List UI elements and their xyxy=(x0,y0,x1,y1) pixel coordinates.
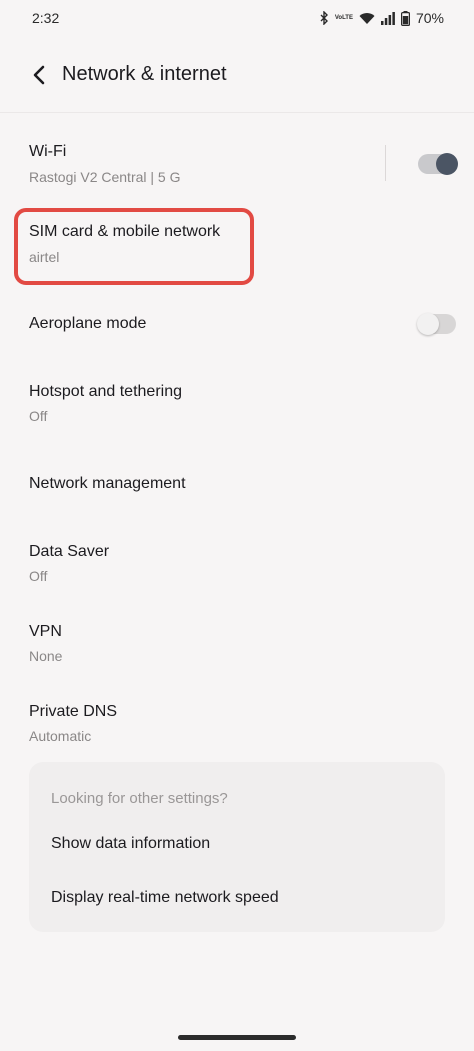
battery-icon xyxy=(400,10,410,26)
other-settings-card: Looking for other settings? Show data in… xyxy=(29,762,445,932)
data-saver-item[interactable]: Data Saver Off xyxy=(0,530,474,596)
back-arrow-icon xyxy=(31,65,47,90)
wifi-subtitle: Rastogi V2 Central | 5 G xyxy=(29,169,181,185)
vpn-title: VPN xyxy=(29,623,62,640)
header-divider xyxy=(0,112,474,113)
data-saver-title: Data Saver xyxy=(29,543,110,560)
wifi-item[interactable]: Wi-Fi Rastogi V2 Central | 5 G xyxy=(0,130,474,196)
battery-percent: 70% xyxy=(415,10,444,26)
hotspot-title: Hotspot and tethering xyxy=(29,383,182,400)
wifi-toggle-knob xyxy=(436,153,458,175)
wifi-icon xyxy=(359,12,375,25)
show-data-information-link[interactable]: Show data information xyxy=(51,835,210,853)
wifi-divider xyxy=(385,145,386,181)
signal-icon xyxy=(380,11,395,25)
volte-icon: VoLTE xyxy=(334,14,353,21)
wifi-toggle[interactable] xyxy=(418,153,458,175)
other-settings-hint: Looking for other settings? xyxy=(51,790,228,807)
highlight-box xyxy=(14,208,254,285)
hotspot-tethering-item[interactable]: Hotspot and tethering Off xyxy=(0,370,474,436)
back-button[interactable] xyxy=(24,62,54,92)
page-title: Network & internet xyxy=(62,63,227,85)
gesture-nav-handle[interactable] xyxy=(178,1035,296,1040)
aeroplane-mode-toggle[interactable] xyxy=(417,313,456,335)
status-time: 2:32 xyxy=(32,10,60,26)
status-bar: 2:32 VoLTE 70% xyxy=(0,0,474,36)
aeroplane-mode-title: Aeroplane mode xyxy=(29,315,147,332)
private-dns-title: Private DNS xyxy=(29,703,118,720)
app-header: Network & internet xyxy=(0,48,474,104)
aeroplane-toggle-knob xyxy=(417,313,439,335)
network-management-item[interactable]: Network management xyxy=(0,460,474,508)
private-dns-item[interactable]: Private DNS Automatic xyxy=(0,690,474,756)
network-management-title: Network management xyxy=(29,475,186,492)
aeroplane-mode-item[interactable]: Aeroplane mode xyxy=(0,300,474,348)
vpn-item[interactable]: VPN None xyxy=(0,610,474,676)
hotspot-subtitle: Off xyxy=(29,408,48,424)
data-saver-subtitle: Off xyxy=(29,568,48,584)
wifi-title: Wi-Fi xyxy=(29,143,67,160)
display-network-speed-link[interactable]: Display real-time network speed xyxy=(51,889,279,907)
status-icons: VoLTE 70% xyxy=(319,10,444,26)
private-dns-subtitle: Automatic xyxy=(29,728,92,744)
bluetooth-icon xyxy=(319,11,329,25)
vpn-subtitle: None xyxy=(29,648,63,664)
